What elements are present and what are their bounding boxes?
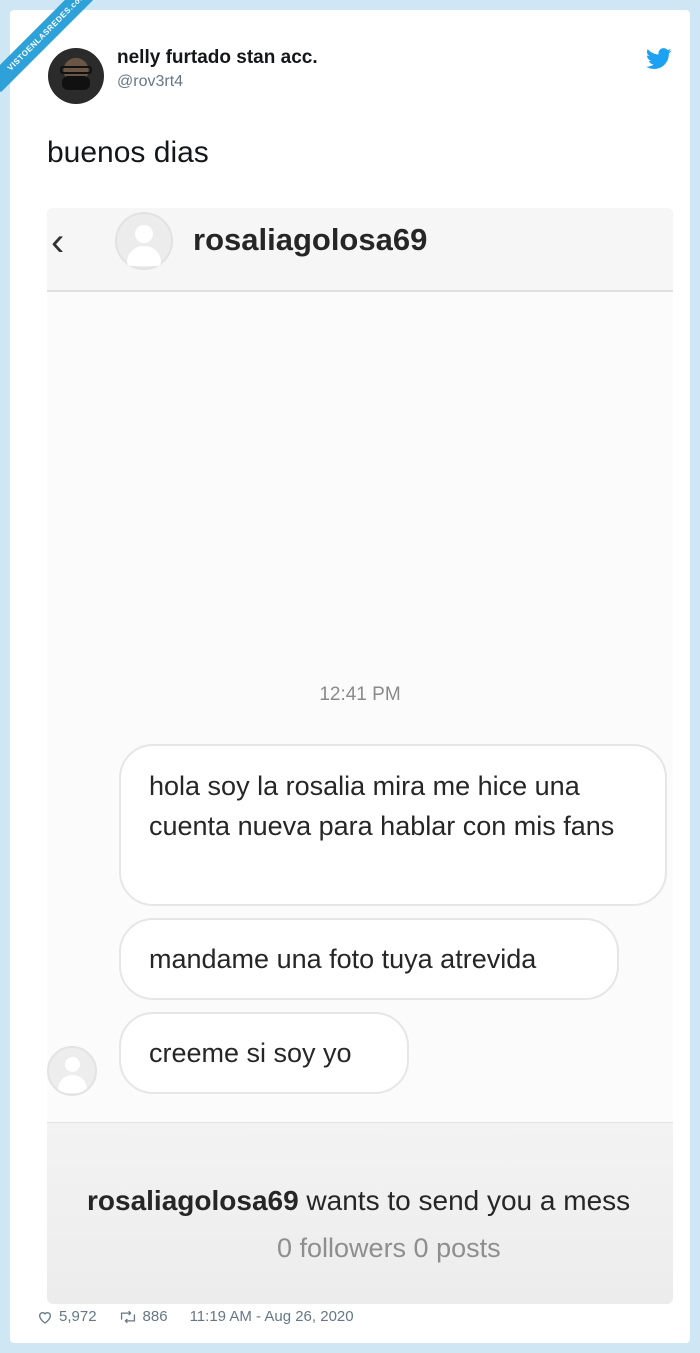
request-text: rosaliagolosa69 wants to send you a mess [87, 1185, 630, 1217]
user-handle[interactable]: @rov3rt4 [117, 73, 183, 91]
message-bubble: hola soy la rosalia mira me hice una cue… [119, 744, 667, 906]
tweet-text: buenos dias [47, 136, 209, 169]
followers-posts-count: 0 followers 0 posts [277, 1233, 501, 1263]
dm-header: ‹ rosaliagolosa69 [47, 208, 673, 292]
retweet-count: 886 [142, 1308, 168, 1325]
twitter-bird-icon[interactable] [646, 48, 672, 70]
back-chevron-icon[interactable]: ‹ [51, 220, 64, 265]
heart-icon[interactable] [37, 1309, 53, 1325]
avatar-glasses [60, 66, 92, 74]
request-username: rosaliagolosa69 [87, 1185, 299, 1216]
tweet-timestamp[interactable]: 11:19 AM - Aug 26, 2020 [190, 1308, 354, 1325]
message-request-panel: rosaliagolosa69 wants to send you a mess… [47, 1122, 673, 1304]
message-bubble: mandame una foto tuya atrevida [119, 918, 619, 1000]
retweet-icon[interactable] [119, 1310, 137, 1324]
attached-screenshot[interactable]: ‹ rosaliagolosa69 12:41 PM hola soy la r… [47, 208, 673, 1304]
dm-profile-avatar[interactable] [115, 212, 173, 270]
request-message: wants to send you a mess [298, 1185, 631, 1216]
display-name[interactable]: nelly furtado stan acc. [117, 47, 318, 69]
tweet-card: nelly furtado stan acc. @rov3rt4 buenos … [10, 10, 690, 1343]
avatar[interactable] [48, 48, 104, 104]
tweet-meta: 5,972 886 11:19 AM - Aug 26, 2020 [37, 1308, 354, 1325]
dm-username[interactable]: rosaliagolosa69 [193, 222, 427, 258]
sender-avatar [47, 1046, 97, 1096]
like-count: 5,972 [59, 1308, 97, 1325]
message-bubble: creeme si soy yo [119, 1012, 409, 1094]
avatar-mask [62, 76, 90, 90]
message-time: 12:41 PM [319, 684, 401, 705]
